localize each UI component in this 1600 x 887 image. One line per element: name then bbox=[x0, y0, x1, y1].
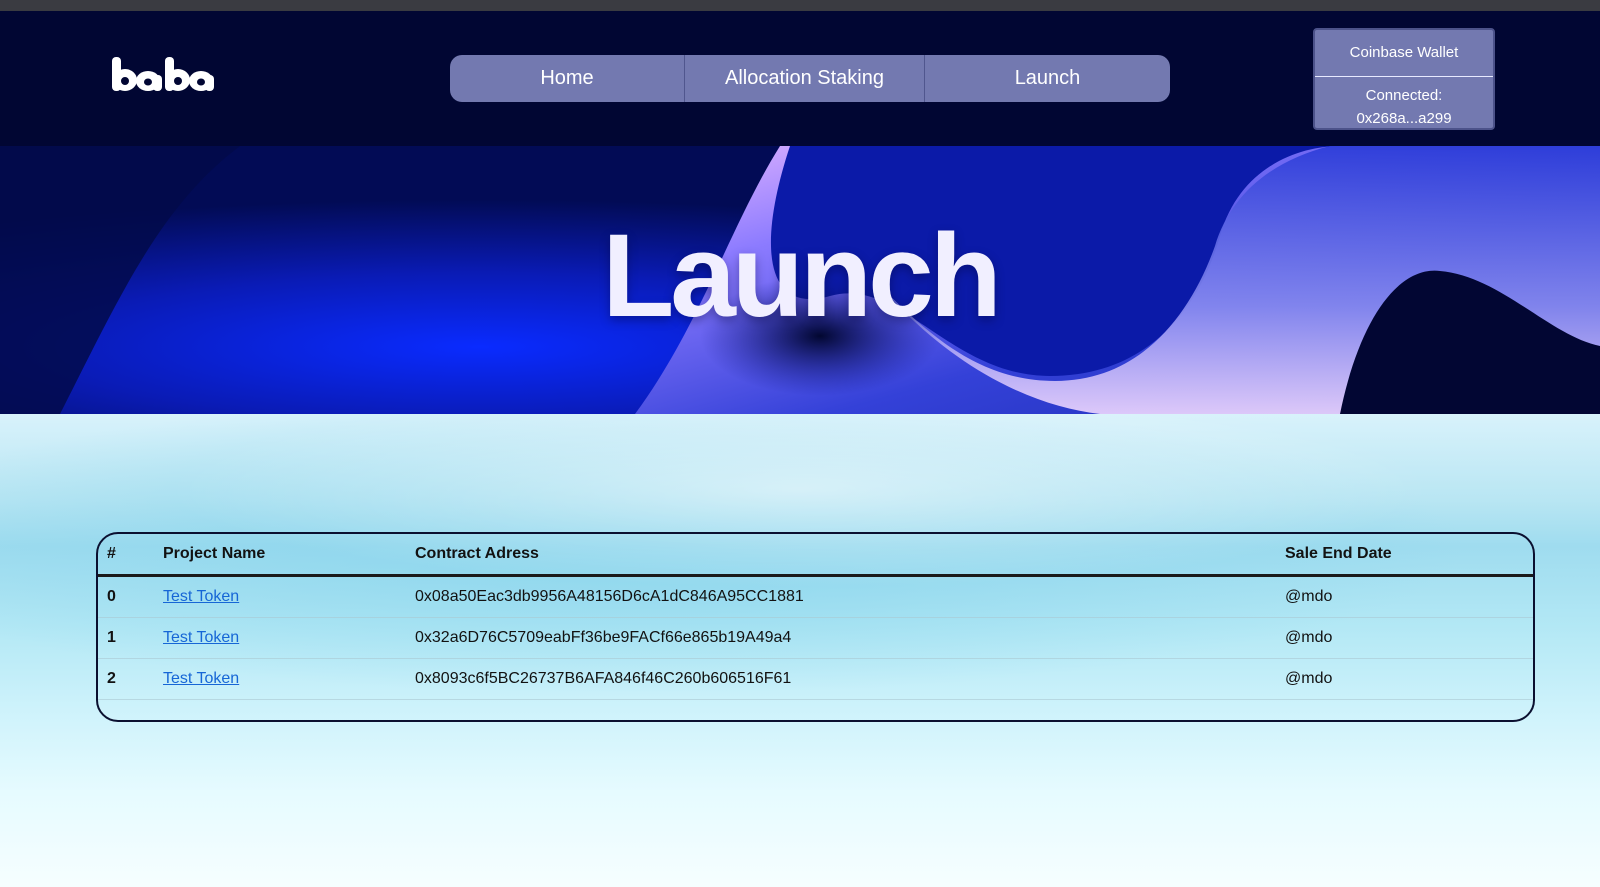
main-nav: Home Allocation Staking Launch bbox=[450, 55, 1170, 102]
site-header: Home Allocation Staking Launch Coinbase … bbox=[0, 11, 1600, 146]
col-contract-header: Contract Adress bbox=[415, 534, 1285, 577]
row-index: 2 bbox=[98, 658, 163, 700]
row-index: 1 bbox=[98, 617, 163, 659]
col-end-date-header: Sale End Date bbox=[1285, 534, 1533, 577]
col-index-header: # bbox=[98, 534, 163, 577]
wallet-status: Connected: 0x268a...a299 bbox=[1315, 77, 1493, 130]
project-link[interactable]: Test Token bbox=[163, 588, 239, 605]
wallet-address: 0x268a...a299 bbox=[1356, 110, 1452, 127]
col-project-header: Project Name bbox=[163, 534, 415, 577]
row-index: 0 bbox=[98, 575, 163, 618]
table-row: 1 Test Token 0x32a6D76C5709eabFf36be9FAC… bbox=[98, 617, 1533, 659]
table-row: 0 Test Token 0x08a50Eac3db9956A48156D6cA… bbox=[98, 575, 1533, 618]
nav-launch[interactable]: Launch bbox=[924, 55, 1170, 102]
projects-table: # Project Name Contract Adress Sale End … bbox=[96, 532, 1535, 722]
project-link[interactable]: Test Token bbox=[163, 629, 239, 646]
hero-banner: Launch bbox=[0, 146, 1600, 414]
baba-logo[interactable] bbox=[110, 57, 214, 99]
contract-address: 0x8093c6f5BC26737B6AFA846f46C260b606516F… bbox=[415, 658, 1285, 700]
project-link[interactable]: Test Token bbox=[163, 670, 239, 687]
sale-end-date: @mdo bbox=[1285, 575, 1533, 618]
table-row: 2 Test Token 0x8093c6f5BC26737B6AFA846f4… bbox=[98, 658, 1533, 700]
wallet-connect-button[interactable]: Coinbase Wallet Connected: 0x268a...a299 bbox=[1313, 28, 1495, 130]
contract-address: 0x32a6D76C5709eabFf36be9FACf66e865b19A49… bbox=[415, 617, 1285, 659]
table-header-row: # Project Name Contract Adress Sale End … bbox=[98, 534, 1533, 577]
page-title: Launch bbox=[602, 210, 1002, 342]
main-content: # Project Name Contract Adress Sale End … bbox=[0, 414, 1600, 887]
sale-end-date: @mdo bbox=[1285, 658, 1533, 700]
wallet-name: Coinbase Wallet bbox=[1315, 30, 1493, 77]
nav-home[interactable]: Home bbox=[450, 55, 684, 102]
browser-top-strip bbox=[0, 0, 1600, 11]
contract-address: 0x08a50Eac3db9956A48156D6cA1dC846A95CC18… bbox=[415, 575, 1285, 618]
wallet-status-label: Connected: bbox=[1365, 87, 1443, 104]
sale-end-date: @mdo bbox=[1285, 617, 1533, 659]
nav-allocation-staking[interactable]: Allocation Staking bbox=[684, 55, 924, 102]
